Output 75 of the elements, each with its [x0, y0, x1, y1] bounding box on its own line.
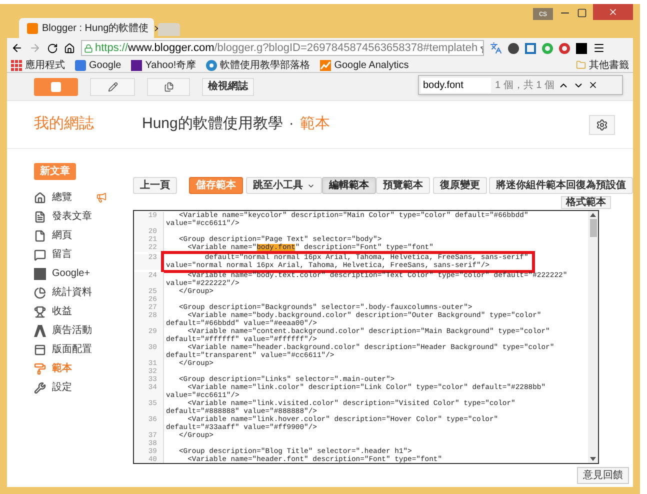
- bookmark-link[interactable]: Yahoo!奇摩: [131, 58, 196, 72]
- sidebar-item[interactable]: 廣告活動: [52, 323, 92, 338]
- page-icon: [34, 230, 46, 242]
- bookmark-link[interactable]: Google Analytics: [320, 58, 409, 72]
- speech-bubble-icon: [34, 248, 46, 260]
- trophy-icon: [34, 306, 46, 318]
- sidebar-item[interactable]: 留言: [52, 247, 72, 262]
- pie-chart-icon: [34, 286, 46, 298]
- megaphone-icon: [96, 192, 107, 203]
- apps-grid-icon: [11, 60, 22, 70]
- bookmark-folder[interactable]: 其他書籤: [576, 58, 629, 72]
- blog-icon: [206, 60, 218, 70]
- scroll-down-icon[interactable]: [590, 457, 596, 461]
- chart-icon: [320, 60, 332, 70]
- paint-roller-icon: [34, 362, 46, 374]
- page-title: Hung的軟體使用教學 · 範本: [142, 114, 330, 134]
- home-icon[interactable]: [64, 42, 75, 54]
- sidebar-item[interactable]: 網頁: [52, 228, 72, 243]
- translate-icon[interactable]: [490, 42, 502, 54]
- feedback-button[interactable]: 意見回饋: [577, 467, 629, 484]
- reload-icon[interactable]: [47, 42, 58, 54]
- code-editor[interactable]: [133, 210, 599, 464]
- toolbar-button[interactable]: 復原變更: [433, 177, 487, 194]
- wrench-icon: [34, 382, 46, 394]
- settings-icon: [596, 118, 608, 130]
- bookmark-link[interactable]: 應用程式: [11, 58, 65, 72]
- close-button[interactable]: [593, 4, 633, 20]
- extension-icon[interactable]: [576, 42, 587, 54]
- letter-a-icon: [34, 324, 46, 336]
- toolbar-button[interactable]: 上一頁: [133, 177, 177, 194]
- scrollbar-thumb[interactable]: [590, 219, 596, 237]
- edit-button[interactable]: [90, 78, 135, 96]
- home-icon: [34, 192, 46, 204]
- find-field[interactable]: body.font: [421, 78, 491, 92]
- settings-button[interactable]: [589, 114, 615, 134]
- bookmark-link[interactable]: 軟體使用教學部落格: [206, 58, 310, 72]
- format-button[interactable]: 格式範本: [561, 196, 611, 209]
- view-blog-button[interactable]: 檢視網誌: [202, 78, 254, 96]
- lock-icon: [84, 44, 93, 52]
- match-count: 1 個，共 1 個: [495, 78, 554, 92]
- sidebar-item[interactable]: 總覽: [52, 190, 72, 205]
- blogger-logo-icon: [51, 82, 61, 92]
- pages-icon: [164, 82, 174, 92]
- close-icon[interactable]: [588, 80, 598, 90]
- user-badge[interactable]: cs: [533, 8, 553, 20]
- toolbar-button[interactable]: 將迷你組件範本回復為預設值: [489, 177, 633, 194]
- tab-title: Blogger : Hung的軟體使: [42, 22, 149, 36]
- google-plus-icon: [34, 268, 46, 280]
- sidebar-item[interactable]: 收益: [52, 304, 72, 319]
- sidebar-item[interactable]: 發表文章: [52, 209, 92, 224]
- pencil-icon: [108, 82, 118, 92]
- extension-icon[interactable]: [508, 42, 519, 54]
- close-icon: [608, 7, 618, 17]
- toggle-button[interactable]: 預覽範本: [376, 177, 430, 194]
- yahoo-icon: [131, 60, 142, 70]
- toggle-button[interactable]: 編輯範本: [322, 177, 376, 194]
- scroll-up-icon[interactable]: [590, 213, 596, 217]
- address-bar[interactable]: https://www.blogger.com/blogger.g?blogID=2697845874563658378#templateh: [81, 40, 484, 56]
- dropdown-button[interactable]: 跳至小工具: [246, 177, 322, 194]
- pages-button[interactable]: [147, 78, 190, 96]
- url-text: https://www.blogger.com/blogger.g?blogID=2697845874563658378#templateh: [95, 41, 478, 55]
- sidebar-item[interactable]: 統計資料: [52, 285, 92, 300]
- google-icon: [75, 60, 86, 70]
- layout-icon: [34, 344, 46, 356]
- back-icon[interactable]: [11, 42, 23, 54]
- sidebar-item[interactable]: 設定: [52, 380, 72, 395]
- folder-icon: [576, 60, 586, 70]
- sidebar-item[interactable]: Google+: [52, 266, 90, 281]
- maximize-icon[interactable]: [577, 8, 587, 18]
- document-icon: [34, 210, 46, 222]
- blogger-logo-icon: [27, 22, 38, 34]
- menu-icon[interactable]: [593, 42, 605, 54]
- sidebar-item[interactable]: 版面配置: [52, 342, 92, 357]
- scrollbar[interactable]: [588, 211, 598, 463]
- bookmark-link[interactable]: Google: [75, 58, 122, 72]
